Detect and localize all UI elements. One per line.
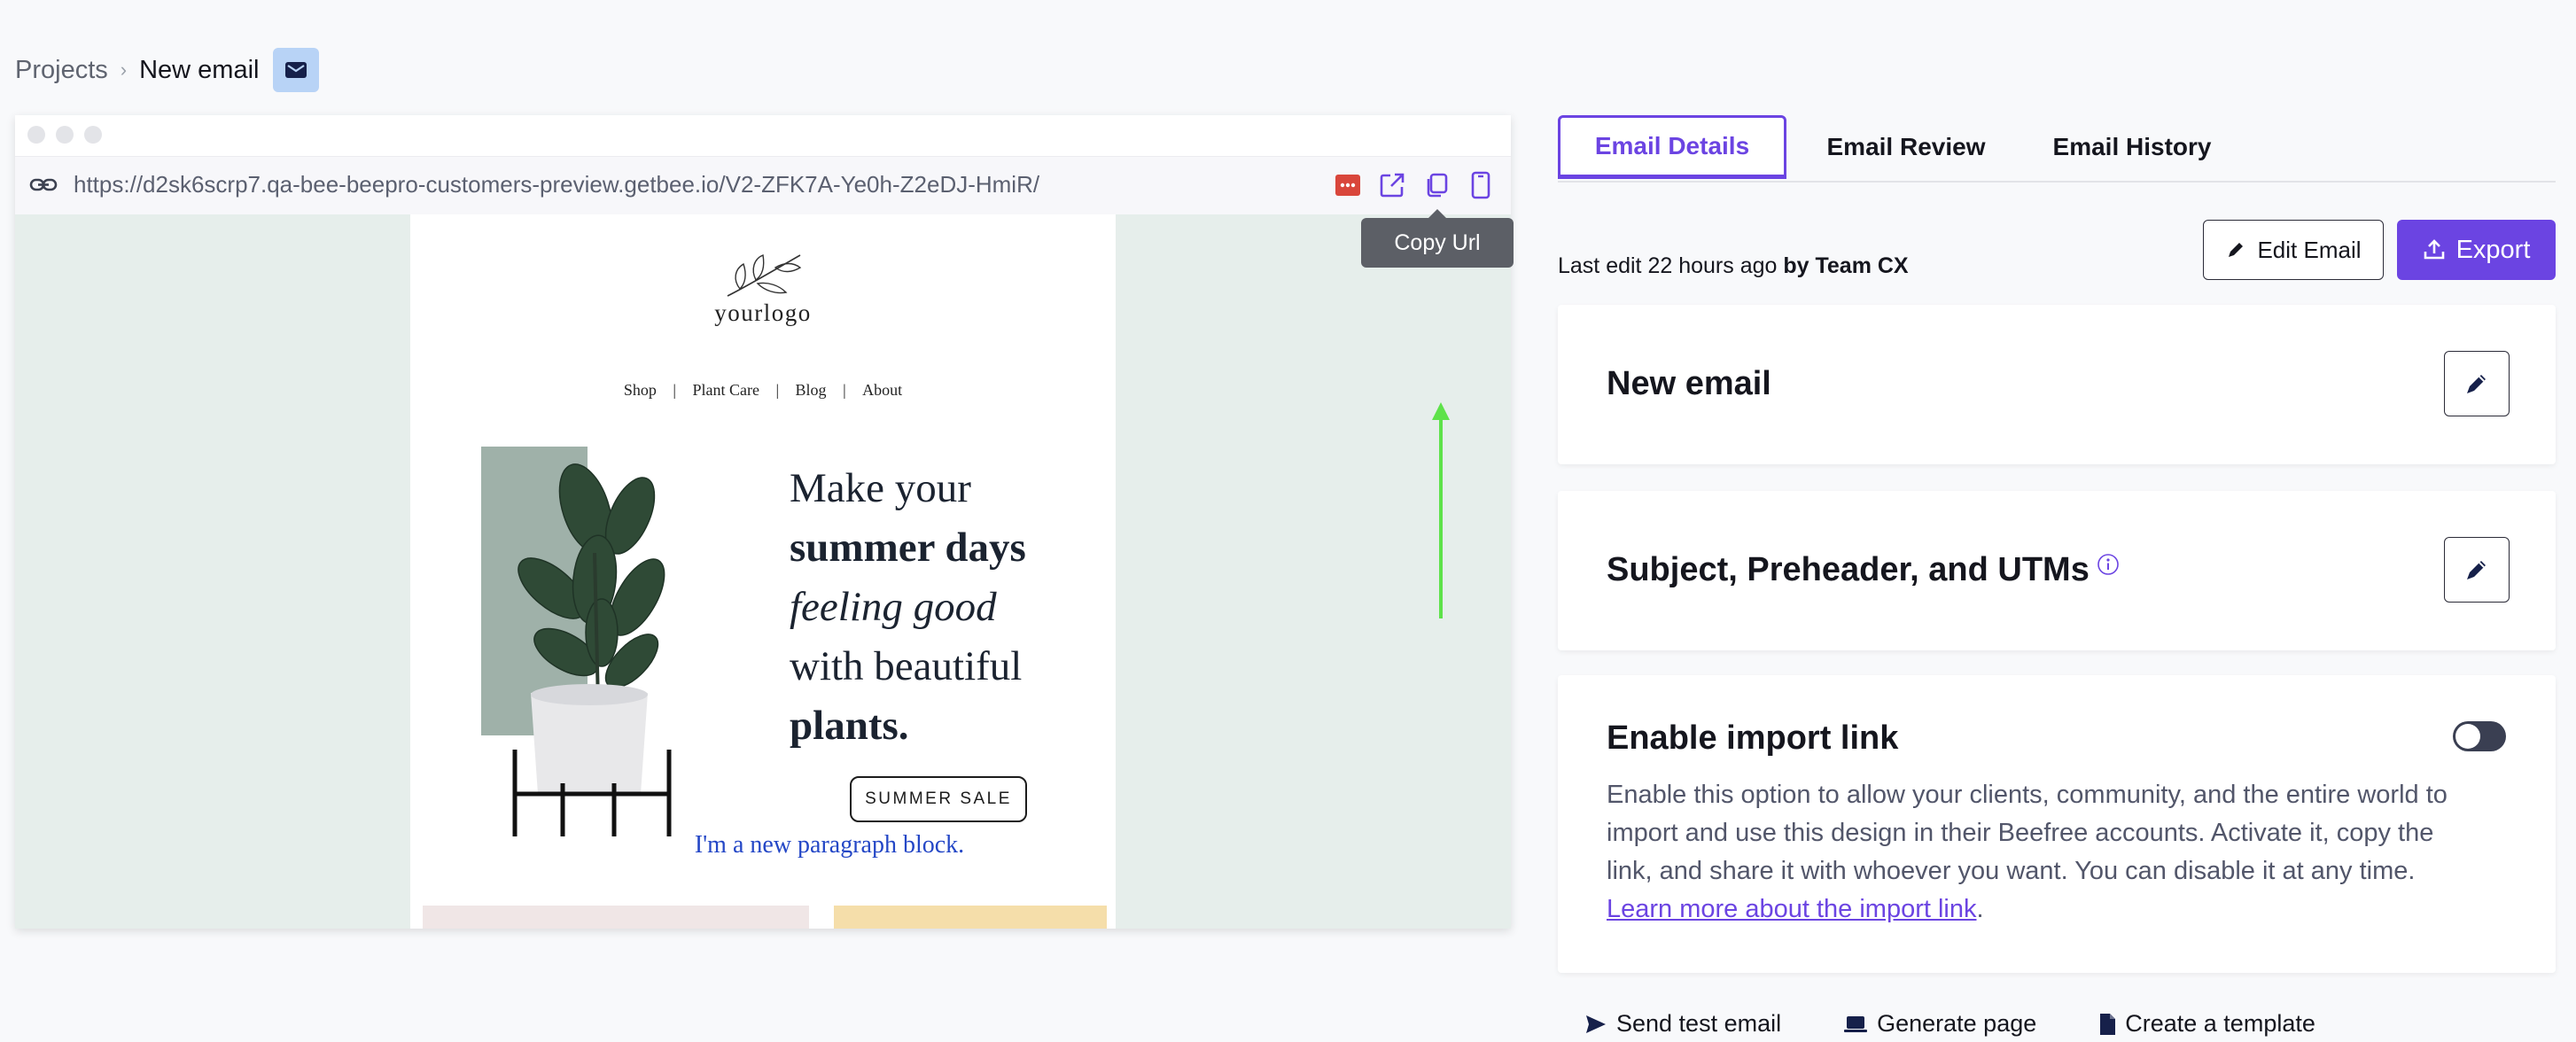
edit-email-button[interactable]: Edit Email (2203, 220, 2384, 280)
email-nav-separator: | (775, 381, 780, 399)
subject-title: Subject, Preheader, and UTMs (1607, 551, 2120, 589)
generate-page-label: Generate page (1877, 1010, 2037, 1037)
last-edit-time: Last edit 22 hours ago (1558, 253, 1778, 278)
more-options-icon[interactable] (1332, 169, 1364, 201)
send-test-email-button[interactable]: Send test email (1584, 1010, 1781, 1038)
export-button[interactable]: Export (2397, 220, 2556, 280)
window-dot (27, 126, 45, 144)
breadcrumb-current: New email (139, 55, 260, 84)
import-link-card: Enable import link Enable this option to… (1558, 675, 2556, 973)
detail-tabs: Email Details Email Review Email History (1558, 115, 2556, 183)
paragraph-block[interactable]: I'm a new paragraph block. (410, 831, 1116, 859)
tab-email-details[interactable]: Email Details (1558, 115, 1786, 179)
email-name-card: New email (1558, 305, 2556, 464)
copy-url-tooltip: Copy Url (1361, 209, 1514, 268)
laptop-icon (1844, 1015, 1868, 1032)
create-template-label: Create a template (2125, 1010, 2315, 1037)
summer-sale-button[interactable]: SUMMER SALE (850, 776, 1027, 822)
tab-email-review[interactable]: Email Review (1804, 115, 2008, 179)
image-block-left (423, 906, 809, 929)
email-body: yourlogo Shop | Plant Care | Blog | Abou… (410, 214, 1116, 929)
create-template-button[interactable]: Create a template (2098, 1010, 2315, 1038)
email-preview-window: https://d2sk6scrp7.qa-bee-beepro-custome… (15, 115, 1511, 929)
subject-card: Subject, Preheader, and UTMs (1558, 491, 2556, 650)
email-nav-about[interactable]: About (862, 381, 902, 399)
last-edit-info: Last edit 22 hours ago by Team CX (1558, 253, 1909, 279)
import-link-text: Enable this option to allow your clients… (1607, 781, 2448, 885)
info-icon[interactable] (2097, 553, 2120, 576)
email-logo-text: yourlogo (714, 299, 812, 326)
url-bar: https://d2sk6scrp7.qa-bee-beepro-custome… (15, 156, 1511, 215)
footer-actions: Send test email Generate page Create a t… (1584, 1010, 2315, 1038)
headline-line: plants. (790, 703, 909, 749)
headline-line: feeling good (790, 584, 997, 630)
edit-subject-button[interactable] (2444, 537, 2510, 603)
email-type-badge (273, 48, 320, 92)
import-link-description: Enable this option to allow your clients… (1607, 776, 2484, 929)
subject-title-text: Subject, Preheader, and UTMs (1607, 551, 2090, 588)
edit-name-button[interactable] (2444, 351, 2510, 416)
breadcrumb: Projects › New email (15, 48, 320, 92)
edit-email-label: Edit Email (2257, 236, 2362, 263)
tab-email-history[interactable]: Email History (2027, 115, 2237, 179)
pencil-icon (2229, 243, 2244, 257)
pencil-icon (2467, 561, 2486, 579)
copy-url-icon[interactable] (1420, 169, 1452, 201)
mobile-preview-icon[interactable] (1465, 169, 1497, 201)
import-link-title: Enable import link (1607, 719, 1899, 757)
arrow-up-indicator-icon (1432, 402, 1450, 618)
link-icon (29, 173, 58, 202)
email-nav-blog[interactable]: Blog (796, 381, 827, 399)
logo-leaf-icon (727, 254, 802, 297)
import-link-toggle[interactable] (2453, 721, 2506, 751)
email-nav-separator: | (843, 381, 846, 399)
window-dot (84, 126, 102, 144)
email-nav: Shop | Plant Care | Blog | About (410, 381, 1116, 400)
headline-line: Make your (790, 465, 971, 511)
description-period: . (1976, 895, 1984, 923)
send-test-email-label: Send test email (1616, 1010, 1782, 1037)
email-nav-plant-care[interactable]: Plant Care (692, 381, 759, 399)
email-canvas: yourlogo Shop | Plant Care | Blog | Abou… (15, 214, 1511, 929)
pencil-icon (2467, 375, 2486, 393)
envelope-icon (285, 62, 307, 78)
preview-url[interactable]: https://d2sk6scrp7.qa-bee-beepro-custome… (74, 171, 1039, 198)
window-dot (56, 126, 74, 144)
breadcrumb-projects-link[interactable]: Projects (15, 56, 108, 85)
last-edit-author: by Team CX (1783, 253, 1909, 278)
open-external-icon[interactable] (1376, 169, 1408, 201)
breadcrumb-separator: › (120, 58, 128, 81)
image-block-right (834, 906, 1107, 929)
upload-icon (2424, 239, 2444, 260)
learn-more-link[interactable]: Learn more about the import link (1607, 895, 1977, 923)
email-name-title: New email (1607, 365, 1771, 402)
generate-page-button[interactable]: Generate page (1843, 1010, 2036, 1038)
window-title-bar (15, 115, 1511, 156)
email-nav-shop[interactable]: Shop (624, 381, 657, 399)
export-label: Export (2455, 235, 2531, 264)
email-headline: Make your summer days feeling good with … (790, 459, 1026, 756)
document-icon (2100, 1013, 2116, 1035)
plant-image (481, 447, 672, 836)
email-nav-separator: | (673, 381, 676, 399)
headline-line: with beautiful (790, 643, 1023, 689)
headline-line: summer days (790, 525, 1026, 571)
send-icon (1586, 1015, 1606, 1033)
